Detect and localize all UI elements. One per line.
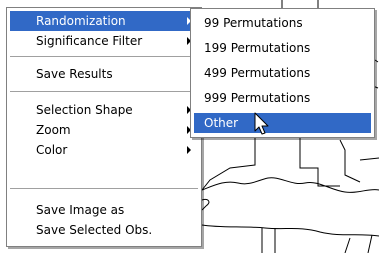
menu-item-label: Save Results — [36, 67, 113, 81]
submenu-item-99-permutations[interactable]: 99 Permutations — [194, 13, 371, 33]
menu-item-label: Zoom — [36, 123, 71, 137]
map-boundary — [299, 138, 340, 187]
menu-item-color[interactable]: Color — [10, 140, 198, 160]
menu-item-label: Randomization — [36, 14, 126, 28]
submenu-item-label: 999 Permutations — [204, 91, 311, 105]
menu-item-randomization[interactable]: Randomization — [10, 11, 198, 31]
menu-item-label: Color — [36, 143, 68, 157]
map-boundary — [374, 59, 379, 63]
submenu-item-199-permutations[interactable]: 199 Permutations — [194, 38, 371, 58]
menu-separator — [10, 56, 198, 57]
menu-item-save-results[interactable]: Save Results — [10, 64, 198, 84]
randomization-submenu: 99 Permutations 199 Permutations 499 Per… — [190, 8, 375, 138]
submenu-item-999-permutations[interactable]: 999 Permutations — [194, 88, 371, 108]
menu-item-significance-filter[interactable]: Significance Filter — [10, 31, 198, 51]
submenu-item-label: 199 Permutations — [204, 41, 311, 55]
context-menu: Randomization Significance Filter Save R… — [6, 7, 202, 247]
map-boundary — [359, 157, 379, 161]
map-boundary — [367, 234, 373, 253]
menu-item-save-selected-obs[interactable]: Save Selected Obs. — [10, 220, 198, 240]
menu-separator — [10, 188, 198, 189]
submenu-item-499-permutations[interactable]: 499 Permutations — [194, 63, 371, 83]
mouse-pointer-icon — [254, 112, 269, 135]
map-boundary — [201, 224, 379, 237]
menu-item-label: Save Image as — [36, 203, 125, 217]
menu-item-label: Save Selected Obs. — [36, 223, 153, 237]
menu-item-zoom[interactable]: Zoom — [10, 120, 198, 140]
submenu-arrow-icon — [187, 146, 191, 154]
menu-item-label: Significance Filter — [36, 34, 143, 48]
submenu-item-other[interactable]: Other — [194, 113, 371, 133]
submenu-item-label: 99 Permutations — [204, 16, 303, 30]
map-boundary — [201, 199, 210, 211]
submenu-item-label: Other — [204, 116, 239, 130]
menu-item-selection-shape[interactable]: Selection Shape — [10, 100, 198, 120]
menu-item-save-image-as[interactable]: Save Image as — [10, 200, 198, 220]
menu-item-label: Selection Shape — [36, 103, 133, 117]
map-boundary — [201, 177, 379, 193]
map-boundary — [344, 237, 351, 253]
menu-separator — [10, 91, 198, 92]
submenu-item-label: 499 Permutations — [204, 66, 311, 80]
map-boundary — [339, 139, 361, 183]
